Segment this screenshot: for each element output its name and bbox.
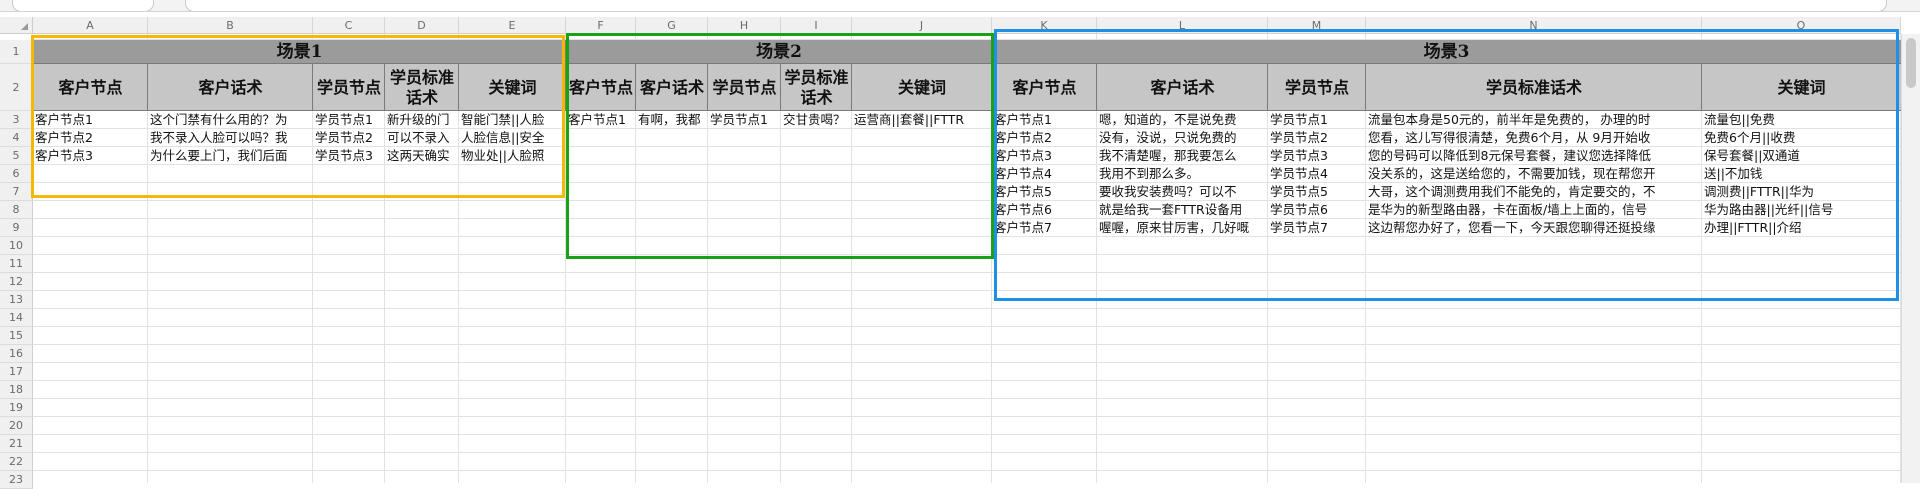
column-header-1[interactable]: B <box>148 17 313 34</box>
grid-hline <box>33 398 1901 399</box>
row-header-12[interactable]: 13 <box>0 291 33 309</box>
column-header-2[interactable]: C <box>313 17 385 34</box>
row-header-4[interactable]: 5 <box>0 147 33 165</box>
grid-hline <box>33 308 1901 309</box>
column-header-8[interactable]: I <box>781 17 852 34</box>
row-header-20[interactable]: 21 <box>0 435 33 453</box>
row-header-21[interactable]: 22 <box>0 453 33 471</box>
grid-hline <box>33 344 1901 345</box>
select-all-corner[interactable] <box>0 17 33 34</box>
row-header-6[interactable]: 7 <box>0 183 33 201</box>
scene-1-highlight-box <box>31 35 565 198</box>
grid-hline <box>33 326 1901 327</box>
select-all-icon <box>21 23 28 30</box>
cell-r6-c4[interactable] <box>459 219 566 237</box>
row-header-14[interactable]: 15 <box>0 327 33 345</box>
row-header-3[interactable]: 4 <box>0 129 33 147</box>
cell-r6-c2[interactable] <box>313 219 385 237</box>
row-header-2[interactable]: 3 <box>0 111 33 129</box>
column-header-6[interactable]: G <box>636 17 708 34</box>
row-header-15[interactable]: 16 <box>0 345 33 363</box>
row-header-9[interactable]: 10 <box>0 237 33 255</box>
cell-r6-c3[interactable] <box>385 219 459 237</box>
row-header-22[interactable]: 23 <box>0 471 33 489</box>
row-header-0[interactable]: 1 <box>0 40 33 64</box>
row-header-13[interactable]: 14 <box>0 309 33 327</box>
grid-hline <box>33 434 1901 435</box>
grid-hline <box>33 452 1901 453</box>
cell-r5-c4[interactable] <box>459 201 566 219</box>
cell-r5-c2[interactable] <box>313 201 385 219</box>
cell-r5-c1[interactable] <box>148 201 313 219</box>
toolbar-strip <box>0 0 1920 12</box>
cell-r6-c0[interactable] <box>33 219 148 237</box>
cell-r6-c1[interactable] <box>148 219 313 237</box>
row-header-1[interactable]: 2 <box>0 64 33 111</box>
row-header-16[interactable]: 17 <box>0 363 33 381</box>
cell-r5-c3[interactable] <box>385 201 459 219</box>
name-box[interactable] <box>12 0 154 11</box>
row-header-8[interactable]: 9 <box>0 219 33 237</box>
scrollbar-thumb[interactable] <box>1906 38 1916 88</box>
column-header-4[interactable]: E <box>459 17 566 34</box>
row-header-17[interactable]: 18 <box>0 381 33 399</box>
grid-hline <box>33 470 1901 471</box>
grid-hline <box>33 362 1901 363</box>
column-header-0[interactable]: A <box>33 17 148 34</box>
row-header-19[interactable]: 20 <box>0 417 33 435</box>
scene-3-highlight-box <box>994 29 1899 301</box>
column-header-3[interactable]: D <box>385 17 459 34</box>
grid-hline <box>33 380 1901 381</box>
row-header-11[interactable]: 12 <box>0 273 33 291</box>
column-header-7[interactable]: H <box>708 17 781 34</box>
row-header-7[interactable]: 8 <box>0 201 33 219</box>
row-header-5[interactable]: 6 <box>0 165 33 183</box>
grid-hline <box>33 416 1901 417</box>
column-header-5[interactable]: F <box>566 17 636 34</box>
vertical-scrollbar[interactable] <box>1901 34 1920 483</box>
cell-r5-c0[interactable] <box>33 201 148 219</box>
scene-2-highlight-box <box>566 33 994 259</box>
column-header-9[interactable]: J <box>852 17 992 34</box>
formula-bar[interactable] <box>185 0 1887 11</box>
row-header-18[interactable]: 19 <box>0 399 33 417</box>
row-header-10[interactable]: 11 <box>0 255 33 273</box>
